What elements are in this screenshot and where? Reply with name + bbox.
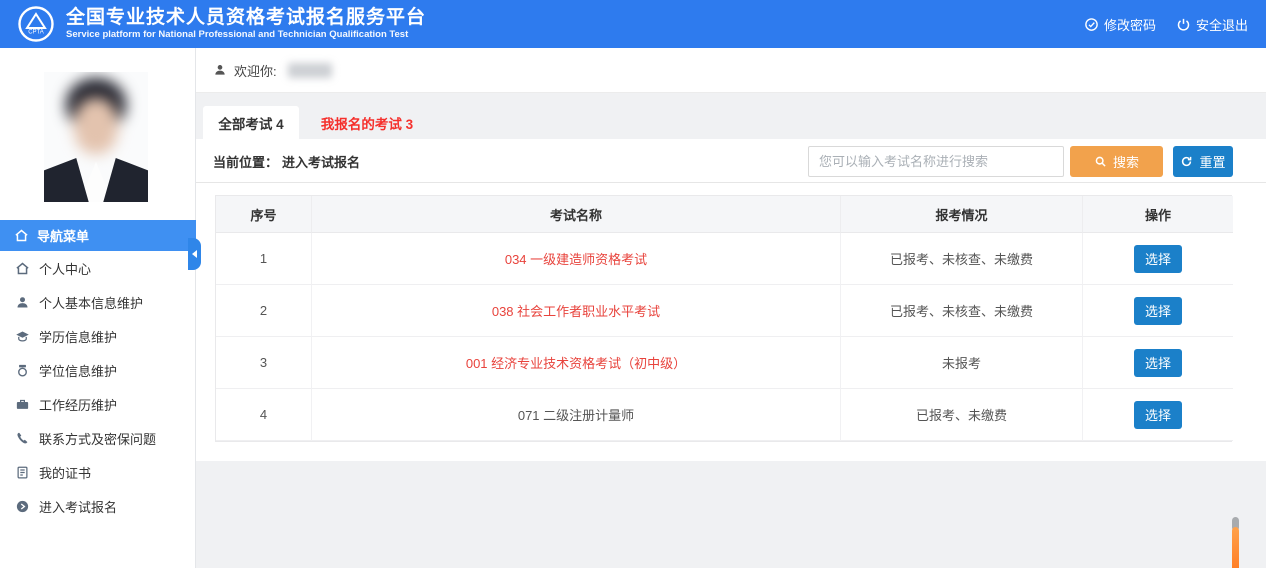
select-button[interactable]: 选择: [1134, 401, 1182, 429]
sidebar-nav-list: 个人中心 个人基本信息维护 学历信息维护 学位信息维护: [0, 251, 196, 523]
home-icon: [15, 261, 30, 276]
select-button[interactable]: 选择: [1134, 297, 1182, 325]
column-header-exam-name: 考试名称: [312, 196, 841, 233]
exam-name: 038 社会工作者职业水平考试: [312, 285, 841, 337]
sidebar-item-nav-menu[interactable]: 导航菜单: [0, 220, 196, 251]
column-header-no: 序号: [216, 196, 312, 233]
sidebar-item-contact-security[interactable]: 联系方式及密保问题: [0, 421, 196, 455]
select-button[interactable]: 选择: [1134, 349, 1182, 377]
app-title: 全国专业技术人员资格考试报名服务平台: [66, 7, 426, 29]
exam-name: 071 二级注册计量师: [312, 389, 841, 441]
sidebar-item-degree-info[interactable]: 学位信息维护: [0, 353, 196, 387]
sidebar-item-my-certificates[interactable]: 我的证书: [0, 455, 196, 489]
degree-medal-icon: [15, 363, 30, 378]
app-subtitle: Service platform for National Profession…: [66, 30, 426, 41]
sidebar-item-label: 我的证书: [39, 463, 91, 482]
sidebar-item-basic-info[interactable]: 个人基本信息维护: [0, 285, 196, 319]
row-no: 2: [216, 285, 312, 337]
exam-status: 未报考: [841, 337, 1083, 389]
logout-link[interactable]: 安全退出: [1176, 15, 1248, 34]
sidebar-item-label: 联系方式及密保问题: [39, 429, 156, 448]
check-circle-icon: [1084, 17, 1099, 32]
row-no: 1: [216, 233, 312, 285]
action-cell: 选择: [1083, 389, 1233, 441]
avatar: [44, 72, 148, 202]
search-input[interactable]: [808, 146, 1064, 177]
graduation-cap-icon: [15, 329, 30, 344]
tab-my-registered-exams[interactable]: 我报名的考试 3: [299, 106, 435, 139]
action-cell: 选择: [1083, 233, 1233, 285]
exam-status: 已报考、未核查、未缴费: [841, 285, 1083, 337]
search-icon: [1094, 155, 1107, 168]
row-no: 3: [216, 337, 312, 389]
breadcrumb-bar: 当前位置： 进入考试报名 搜索 重置: [196, 139, 1266, 183]
app-header: CPTA 全国专业技术人员资格考试报名服务平台 Service platform…: [0, 0, 1266, 48]
select-button[interactable]: 选择: [1134, 245, 1182, 273]
main-content: 欢迎你: 全部考试 4 我报名的考试 3 当前位置： 进入考试报名 搜索 重置 …: [196, 48, 1266, 568]
sidebar-item-label: 工作经历维护: [39, 395, 117, 414]
sidebar-item-enter-exam-registration[interactable]: 进入考试报名: [0, 489, 196, 523]
briefcase-icon: [15, 397, 30, 412]
tab-all-exams[interactable]: 全部考试 4: [203, 106, 299, 139]
chevron-left-icon: [192, 250, 197, 258]
column-header-action: 操作: [1083, 196, 1233, 233]
user-icon: [15, 295, 30, 310]
sidebar-item-label: 学历信息维护: [39, 327, 117, 346]
exam-status: 已报考、未核查、未缴费: [841, 233, 1083, 285]
refresh-icon: [1180, 155, 1193, 168]
logout-label: 安全退出: [1196, 15, 1248, 34]
exam-list-panel: 序号 考试名称 报考情况 操作 1 034 一级建造师资格考试 已报考、未核查、…: [196, 183, 1266, 461]
search-button[interactable]: 搜索: [1070, 146, 1163, 177]
sidebar-item-label: 学位信息维护: [39, 361, 117, 380]
exam-table: 序号 考试名称 报考情况 操作 1 034 一级建造师资格考试 已报考、未核查、…: [215, 195, 1232, 442]
exam-status: 已报考、未缴费: [841, 389, 1083, 441]
svg-text:CPTA: CPTA: [28, 30, 44, 36]
sidebar-item-label: 个人中心: [39, 259, 91, 278]
breadcrumb: 当前位置： 进入考试报名: [213, 139, 360, 183]
row-no: 4: [216, 389, 312, 441]
welcome-bar: 欢迎你:: [196, 48, 1266, 93]
breadcrumb-current: 进入考试报名: [282, 152, 360, 171]
action-cell: 选择: [1083, 285, 1233, 337]
power-icon: [1176, 17, 1191, 32]
sidebar: 导航菜单 个人中心 个人基本信息维护 学历信息维护: [0, 48, 196, 568]
sidebar-collapse-handle[interactable]: [188, 238, 201, 270]
reset-button[interactable]: 重置: [1173, 146, 1233, 177]
welcome-label: 欢迎你:: [234, 61, 277, 80]
sidebar-item-label: 个人基本信息维护: [39, 293, 143, 312]
action-cell: 选择: [1083, 337, 1233, 389]
search-button-label: 搜索: [1113, 152, 1139, 171]
sidebar-item-education-info[interactable]: 学历信息维护: [0, 319, 196, 353]
certificate-icon: [15, 465, 30, 480]
sidebar-item-personal-center[interactable]: 个人中心: [0, 251, 196, 285]
tab-strip: 全部考试 4 我报名的考试 3: [196, 93, 1266, 139]
sidebar-item-label: 进入考试报名: [39, 497, 117, 516]
phone-icon: [15, 431, 30, 446]
change-password-label: 修改密码: [1104, 15, 1156, 34]
breadcrumb-prefix: 当前位置：: [213, 152, 278, 171]
welcome-username-redacted: [288, 63, 332, 78]
cpta-logo-icon: CPTA: [18, 6, 54, 42]
person-icon: [213, 63, 227, 77]
scrollbar-thumb[interactable]: [1232, 527, 1239, 568]
arrow-circle-icon: [15, 499, 30, 514]
home-icon: [14, 228, 29, 243]
exam-name: 034 一级建造师资格考试: [312, 233, 841, 285]
nav-header-label: 导航菜单: [37, 226, 89, 245]
reset-button-label: 重置: [1199, 152, 1225, 171]
column-header-status: 报考情况: [841, 196, 1083, 233]
exam-name: 001 经济专业技术资格考试（初中级）: [312, 337, 841, 389]
sidebar-item-work-history[interactable]: 工作经历维护: [0, 387, 196, 421]
change-password-link[interactable]: 修改密码: [1084, 15, 1156, 34]
